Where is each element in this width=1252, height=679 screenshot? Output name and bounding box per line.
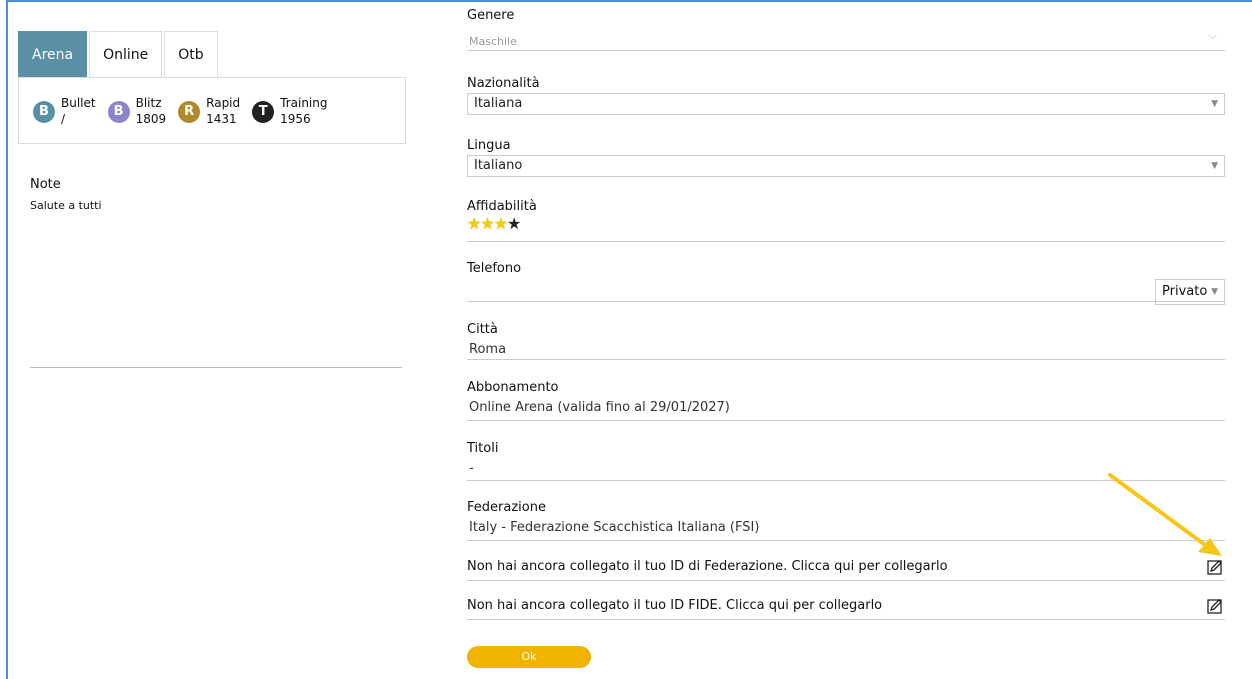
reliability-stars: ★★★★	[467, 214, 1225, 233]
rapid-badge-icon: R	[178, 101, 201, 123]
frame-left-border	[6, 0, 8, 679]
edit-icon[interactable]	[1207, 598, 1223, 614]
caret-down-icon: ▼	[1211, 287, 1218, 297]
rating-value: 1809	[135, 112, 167, 126]
rating-value: 1956	[280, 112, 311, 126]
rating-name: Rapid	[206, 96, 241, 110]
note-text: Salute a tutti	[30, 199, 102, 212]
chevron-down-icon: ⌵	[1208, 29, 1217, 42]
citta-field: Città Roma	[467, 322, 1225, 360]
rating-blitz: B Blitz 1809	[107, 95, 167, 143]
lingua-select[interactable]: Italiano ▼	[467, 155, 1225, 177]
rating-rapid: R Rapid 1431	[178, 95, 240, 143]
abbonamento-value: Online Arena (valida fino al 29/01/2027)	[469, 400, 730, 415]
nazionalita-field: Nazionalità Italiana ▼	[467, 76, 1225, 115]
tab-arena[interactable]: Arena	[18, 31, 88, 77]
star-icon: ★	[480, 214, 494, 233]
caret-down-icon: ▼	[1211, 99, 1218, 109]
star-icon: ★	[507, 214, 521, 233]
citta-value: Roma	[469, 342, 507, 357]
bullet-badge-icon: B	[33, 101, 55, 123]
nazionalita-select[interactable]: Italiana ▼	[467, 93, 1225, 115]
rating-value: /	[61, 112, 66, 126]
blitz-badge-icon: B	[107, 101, 130, 123]
telefono-field: Telefono Privato ▼	[467, 261, 1225, 305]
divider	[30, 367, 402, 368]
note-title: Note	[30, 177, 61, 192]
ratings-panel: B Bullet / B Blitz 1809 R Rapid 1431 T T…	[18, 77, 406, 144]
link-federation-id[interactable]: Non hai ancora collegato il tuo ID di Fe…	[467, 559, 1225, 581]
rating-name: Bullet	[61, 96, 96, 110]
caret-down-icon: ▼	[1211, 161, 1218, 171]
abbonamento-field: Abbonamento Online Arena (valida fino al…	[467, 380, 1225, 421]
titoli-label: Titoli	[467, 441, 499, 456]
lingua-field: Lingua Italiano ▼	[467, 138, 1225, 177]
telefono-label: Telefono	[467, 261, 522, 276]
frame-top-border	[6, 0, 1252, 2]
citta-label: Città	[467, 322, 498, 337]
phone-privacy-select[interactable]: Privato ▼	[1155, 279, 1225, 305]
nazionalita-value: Italiana	[474, 96, 523, 111]
rating-training: T Training 1956	[252, 95, 328, 143]
tab-online[interactable]: Online	[89, 31, 163, 77]
genere-value: Maschile	[469, 35, 517, 48]
lingua-value: Italiano	[474, 158, 523, 173]
nazionalita-label: Nazionalità	[467, 76, 540, 91]
edit-icon[interactable]	[1207, 559, 1223, 575]
link-fide-id[interactable]: Non hai ancora collegato il tuo ID FIDE.…	[467, 598, 1225, 620]
rating-name: Blitz	[135, 96, 162, 110]
abbonamento-label: Abbonamento	[467, 380, 559, 395]
genere-label: Genere	[467, 8, 515, 23]
genere-select[interactable]: Maschile ⌵	[467, 23, 1225, 51]
training-badge-icon: T	[252, 101, 275, 123]
affidabilita-field: Affidabilità ★★★★	[467, 199, 1225, 242]
affidabilita-label: Affidabilità	[467, 199, 537, 214]
rating-value: 1431	[206, 112, 237, 126]
star-icon: ★	[493, 214, 508, 233]
genere-field: Genere Maschile ⌵	[467, 8, 1225, 51]
federation-id-text: Non hai ancora collegato il tuo ID di Fe…	[467, 559, 948, 574]
privacy-value: Privato	[1162, 284, 1208, 299]
star-icon: ★	[467, 214, 481, 233]
rating-bullet: B Bullet /	[33, 95, 96, 143]
rating-tabs: Arena Online Otb	[18, 31, 220, 77]
annotation-arrow-icon	[1108, 473, 1222, 556]
rating-name: Training	[280, 96, 328, 110]
ok-button[interactable]: Ok	[467, 646, 591, 668]
fide-id-text: Non hai ancora collegato il tuo ID FIDE.…	[467, 598, 883, 613]
tab-otb[interactable]: Otb	[164, 31, 218, 77]
lingua-label: Lingua	[467, 138, 511, 153]
